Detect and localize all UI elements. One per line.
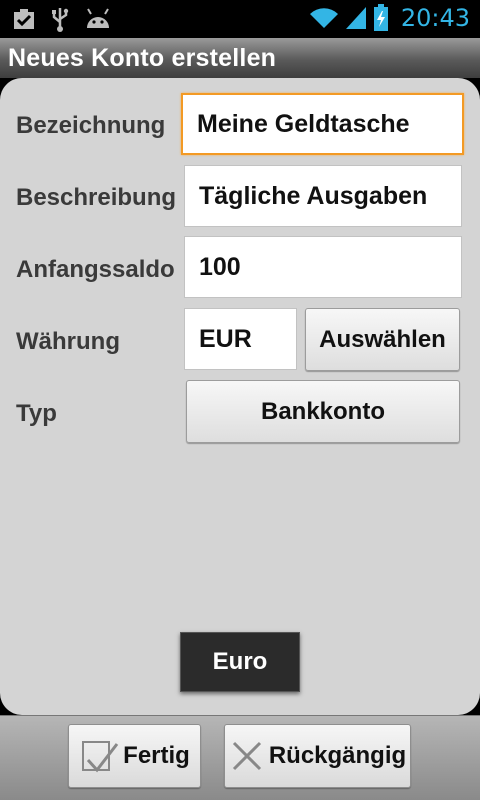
currency-select-button[interactable]: Auswählen (305, 308, 460, 371)
done-button[interactable]: Fertig (68, 724, 201, 788)
bottom-action-bar: Fertig Rückgängig (0, 715, 480, 800)
task-check-icon (14, 9, 34, 29)
wifi-icon (309, 8, 338, 28)
balance-input-value: 100 (199, 252, 241, 281)
name-label: Bezeichnung (16, 112, 166, 139)
checkbox-checked-icon (82, 741, 119, 773)
system-icons: 20:43 (309, 4, 470, 32)
signal-icon (345, 7, 366, 29)
type-label: Typ (16, 400, 57, 427)
clock: 20:43 (400, 4, 470, 32)
close-x-icon (232, 741, 261, 771)
done-button-label: Fertig (123, 742, 190, 769)
currency-input[interactable]: EUR (184, 308, 297, 370)
account-type-button[interactable]: Bankkonto (186, 380, 460, 443)
battery-charging-icon (373, 4, 388, 31)
page-title: Neues Konto erstellen (8, 44, 277, 72)
name-input-value: Meine Geldtasche (197, 109, 410, 138)
description-input-value: Tägliche Ausgaben (199, 181, 428, 210)
currency-label: Währung (16, 328, 120, 355)
name-input[interactable]: Meine Geldtasche (181, 93, 464, 155)
balance-label: Anfangssaldo (16, 256, 175, 283)
currency-input-value: EUR (199, 324, 252, 353)
description-label: Beschreibung (16, 184, 177, 211)
notification-icons (12, 6, 112, 32)
usb-icon (52, 8, 69, 32)
revert-button[interactable]: Rückgängig (224, 724, 411, 788)
android-icon (87, 8, 109, 28)
status-bar: 20:43 (0, 0, 480, 38)
toast-message: Euro (180, 632, 300, 692)
balance-input[interactable]: 100 (184, 236, 462, 298)
title-bar: Neues Konto erstellen (0, 38, 480, 78)
revert-button-label: Rückgängig (268, 742, 407, 769)
description-input[interactable]: Tägliche Ausgaben (184, 165, 462, 227)
account-form: Bezeichnung Meine Geldtasche Beschreibun… (0, 78, 480, 715)
